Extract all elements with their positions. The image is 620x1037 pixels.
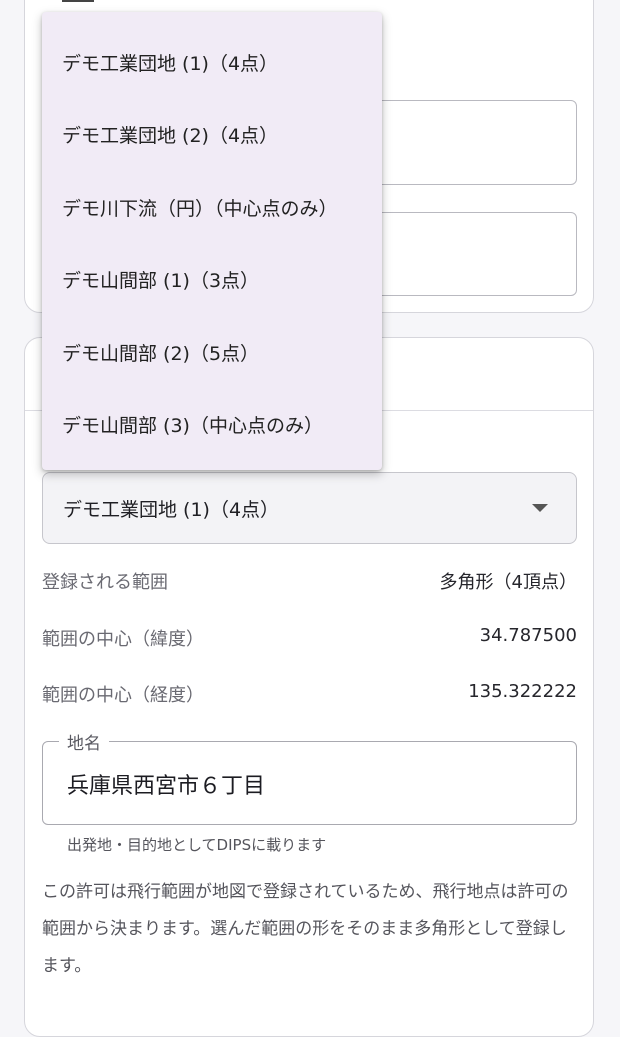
place-name-field[interactable]: 地名 兵庫県西宮市６丁目 [42, 729, 577, 825]
menu-item[interactable]: デモ山間部 (1)（3点） [42, 249, 382, 309]
center-lat-row: 範囲の中心（緯度） 34.787500 [42, 625, 577, 651]
range-select-value: デモ工業団地 (1)（4点） [63, 498, 280, 521]
permit-note: この許可は飛行範囲が地図で登録されているため、飛行地点は許可の範囲から決まります… [42, 882, 569, 976]
center-lat-value: 34.787500 [479, 625, 577, 646]
range-type-label: 登録される範囲 [42, 572, 168, 593]
place-name-helper: 出発地・目的地としてDIPSに載ります [67, 836, 327, 854]
range-type-row: 登録される範囲 多角形（4頂点） [42, 568, 577, 594]
range-dropdown-menu: デモ工業団地 (1)（4点） デモ工業団地 (2)（4点） デモ川下流（円）（中… [42, 12, 382, 470]
menu-item[interactable]: デモ工業団地 (2)（4点） [42, 104, 382, 164]
place-name-input[interactable]: 兵庫県西宮市６丁目 [67, 768, 265, 800]
range-type-value: 多角形（4頂点） [439, 572, 577, 593]
center-lat-label: 範囲の中心（緯度） [42, 629, 204, 650]
menu-item[interactable]: デモ山間部 (3)（中心点のみ） [42, 394, 382, 454]
menu-item[interactable]: デモ工業団地 (1)（4点） [42, 32, 382, 92]
menu-item[interactable]: デモ川下流（円）（中心点のみ） [42, 177, 382, 237]
dropdown-arrow-icon [532, 504, 548, 512]
center-lng-row: 範囲の中心（経度） 135.322222 [42, 681, 577, 707]
place-name-label: 地名 [59, 729, 109, 754]
checkbox-icon[interactable] [62, 0, 94, 2]
range-select[interactable]: デモ工業団地 (1)（4点） [42, 472, 577, 544]
menu-item[interactable]: デモ山間部 (2)（5点） [42, 322, 382, 382]
center-lng-label: 範囲の中心（経度） [42, 685, 204, 706]
center-lng-value: 135.322222 [468, 681, 577, 702]
